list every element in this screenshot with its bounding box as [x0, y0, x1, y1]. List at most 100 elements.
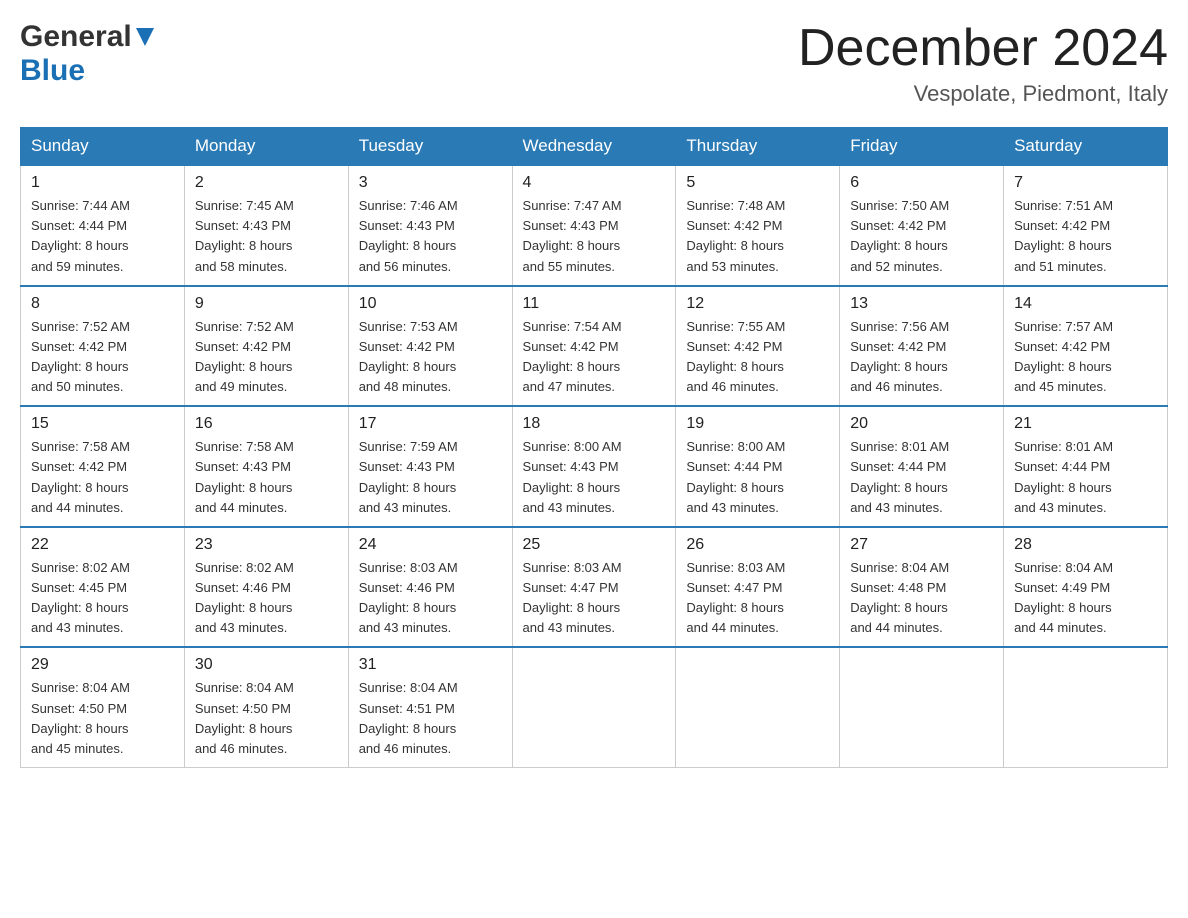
- day-number: 10: [359, 295, 502, 313]
- calendar-table: SundayMondayTuesdayWednesdayThursdayFrid…: [20, 127, 1168, 768]
- calendar-cell: 17 Sunrise: 7:59 AMSunset: 4:43 PMDaylig…: [348, 406, 512, 527]
- day-number: 14: [1014, 295, 1157, 313]
- calendar-cell: 2 Sunrise: 7:45 AMSunset: 4:43 PMDayligh…: [184, 165, 348, 286]
- day-info: Sunrise: 7:53 AMSunset: 4:42 PMDaylight:…: [359, 319, 458, 394]
- day-info: Sunrise: 8:03 AMSunset: 4:46 PMDaylight:…: [359, 560, 458, 635]
- calendar-cell: 13 Sunrise: 7:56 AMSunset: 4:42 PMDaylig…: [840, 286, 1004, 407]
- calendar-cell: 6 Sunrise: 7:50 AMSunset: 4:42 PMDayligh…: [840, 165, 1004, 286]
- calendar-cell: 9 Sunrise: 7:52 AMSunset: 4:42 PMDayligh…: [184, 286, 348, 407]
- calendar-header-thursday: Thursday: [676, 128, 840, 166]
- day-info: Sunrise: 8:04 AMSunset: 4:49 PMDaylight:…: [1014, 560, 1113, 635]
- day-info: Sunrise: 7:56 AMSunset: 4:42 PMDaylight:…: [850, 319, 949, 394]
- day-info: Sunrise: 8:04 AMSunset: 4:51 PMDaylight:…: [359, 680, 458, 755]
- day-info: Sunrise: 7:48 AMSunset: 4:42 PMDaylight:…: [686, 198, 785, 273]
- calendar-cell: 15 Sunrise: 7:58 AMSunset: 4:42 PMDaylig…: [21, 406, 185, 527]
- calendar-cell: 16 Sunrise: 7:58 AMSunset: 4:43 PMDaylig…: [184, 406, 348, 527]
- day-number: 4: [523, 174, 666, 192]
- calendar-week-5: 29 Sunrise: 8:04 AMSunset: 4:50 PMDaylig…: [21, 647, 1168, 767]
- day-number: 27: [850, 536, 993, 554]
- day-number: 31: [359, 656, 502, 674]
- month-title: December 2024: [798, 20, 1168, 77]
- day-info: Sunrise: 7:52 AMSunset: 4:42 PMDaylight:…: [31, 319, 130, 394]
- day-number: 28: [1014, 536, 1157, 554]
- day-info: Sunrise: 7:51 AMSunset: 4:42 PMDaylight:…: [1014, 198, 1113, 273]
- day-info: Sunrise: 7:59 AMSunset: 4:43 PMDaylight:…: [359, 439, 458, 514]
- day-info: Sunrise: 7:58 AMSunset: 4:42 PMDaylight:…: [31, 439, 130, 514]
- calendar-cell: 27 Sunrise: 8:04 AMSunset: 4:48 PMDaylig…: [840, 527, 1004, 648]
- day-info: Sunrise: 7:50 AMSunset: 4:42 PMDaylight:…: [850, 198, 949, 273]
- day-number: 24: [359, 536, 502, 554]
- day-info: Sunrise: 7:45 AMSunset: 4:43 PMDaylight:…: [195, 198, 294, 273]
- logo-blue-text: Blue: [20, 54, 85, 87]
- day-info: Sunrise: 8:00 AMSunset: 4:43 PMDaylight:…: [523, 439, 622, 514]
- calendar-cell: 30 Sunrise: 8:04 AMSunset: 4:50 PMDaylig…: [184, 647, 348, 767]
- day-number: 16: [195, 415, 338, 433]
- day-info: Sunrise: 8:01 AMSunset: 4:44 PMDaylight:…: [1014, 439, 1113, 514]
- logo: General Blue: [20, 20, 154, 88]
- calendar-cell: 26 Sunrise: 8:03 AMSunset: 4:47 PMDaylig…: [676, 527, 840, 648]
- calendar-header-friday: Friday: [840, 128, 1004, 166]
- day-number: 30: [195, 656, 338, 674]
- calendar-cell: 25 Sunrise: 8:03 AMSunset: 4:47 PMDaylig…: [512, 527, 676, 648]
- calendar-header-saturday: Saturday: [1004, 128, 1168, 166]
- calendar-header-row: SundayMondayTuesdayWednesdayThursdayFrid…: [21, 128, 1168, 166]
- day-info: Sunrise: 7:58 AMSunset: 4:43 PMDaylight:…: [195, 439, 294, 514]
- day-number: 5: [686, 174, 829, 192]
- calendar-cell: 20 Sunrise: 8:01 AMSunset: 4:44 PMDaylig…: [840, 406, 1004, 527]
- day-info: Sunrise: 8:03 AMSunset: 4:47 PMDaylight:…: [686, 560, 785, 635]
- day-info: Sunrise: 7:57 AMSunset: 4:42 PMDaylight:…: [1014, 319, 1113, 394]
- calendar-cell: [676, 647, 840, 767]
- title-section: December 2024 Vespolate, Piedmont, Italy: [798, 20, 1168, 107]
- day-number: 13: [850, 295, 993, 313]
- calendar-cell: 29 Sunrise: 8:04 AMSunset: 4:50 PMDaylig…: [21, 647, 185, 767]
- page-header: General Blue December 2024 Vespolate, Pi…: [20, 20, 1168, 107]
- day-info: Sunrise: 8:04 AMSunset: 4:50 PMDaylight:…: [31, 680, 130, 755]
- day-number: 18: [523, 415, 666, 433]
- day-info: Sunrise: 8:01 AMSunset: 4:44 PMDaylight:…: [850, 439, 949, 514]
- calendar-week-1: 1 Sunrise: 7:44 AMSunset: 4:44 PMDayligh…: [21, 165, 1168, 286]
- day-number: 23: [195, 536, 338, 554]
- day-number: 9: [195, 295, 338, 313]
- calendar-cell: [1004, 647, 1168, 767]
- calendar-cell: 5 Sunrise: 7:48 AMSunset: 4:42 PMDayligh…: [676, 165, 840, 286]
- calendar-cell: 23 Sunrise: 8:02 AMSunset: 4:46 PMDaylig…: [184, 527, 348, 648]
- day-number: 15: [31, 415, 174, 433]
- calendar-cell: [840, 647, 1004, 767]
- day-number: 3: [359, 174, 502, 192]
- day-number: 17: [359, 415, 502, 433]
- calendar-cell: 1 Sunrise: 7:44 AMSunset: 4:44 PMDayligh…: [21, 165, 185, 286]
- day-number: 25: [523, 536, 666, 554]
- calendar-cell: [512, 647, 676, 767]
- day-number: 21: [1014, 415, 1157, 433]
- calendar-cell: 31 Sunrise: 8:04 AMSunset: 4:51 PMDaylig…: [348, 647, 512, 767]
- day-info: Sunrise: 8:00 AMSunset: 4:44 PMDaylight:…: [686, 439, 785, 514]
- day-info: Sunrise: 8:04 AMSunset: 4:48 PMDaylight:…: [850, 560, 949, 635]
- day-info: Sunrise: 7:55 AMSunset: 4:42 PMDaylight:…: [686, 319, 785, 394]
- day-number: 6: [850, 174, 993, 192]
- day-info: Sunrise: 7:46 AMSunset: 4:43 PMDaylight:…: [359, 198, 458, 273]
- calendar-cell: 3 Sunrise: 7:46 AMSunset: 4:43 PMDayligh…: [348, 165, 512, 286]
- day-number: 1: [31, 174, 174, 192]
- calendar-cell: 7 Sunrise: 7:51 AMSunset: 4:42 PMDayligh…: [1004, 165, 1168, 286]
- day-info: Sunrise: 7:54 AMSunset: 4:42 PMDaylight:…: [523, 319, 622, 394]
- calendar-cell: 18 Sunrise: 8:00 AMSunset: 4:43 PMDaylig…: [512, 406, 676, 527]
- logo-general-text: General: [20, 20, 132, 54]
- calendar-week-4: 22 Sunrise: 8:02 AMSunset: 4:45 PMDaylig…: [21, 527, 1168, 648]
- calendar-cell: 12 Sunrise: 7:55 AMSunset: 4:42 PMDaylig…: [676, 286, 840, 407]
- calendar-cell: 8 Sunrise: 7:52 AMSunset: 4:42 PMDayligh…: [21, 286, 185, 407]
- calendar-cell: 19 Sunrise: 8:00 AMSunset: 4:44 PMDaylig…: [676, 406, 840, 527]
- calendar-header-wednesday: Wednesday: [512, 128, 676, 166]
- day-number: 19: [686, 415, 829, 433]
- calendar-header-tuesday: Tuesday: [348, 128, 512, 166]
- day-number: 20: [850, 415, 993, 433]
- day-number: 22: [31, 536, 174, 554]
- calendar-header-monday: Monday: [184, 128, 348, 166]
- day-info: Sunrise: 7:47 AMSunset: 4:43 PMDaylight:…: [523, 198, 622, 273]
- day-info: Sunrise: 8:02 AMSunset: 4:45 PMDaylight:…: [31, 560, 130, 635]
- day-number: 2: [195, 174, 338, 192]
- day-number: 8: [31, 295, 174, 313]
- calendar-cell: 4 Sunrise: 7:47 AMSunset: 4:43 PMDayligh…: [512, 165, 676, 286]
- day-number: 26: [686, 536, 829, 554]
- calendar-cell: 14 Sunrise: 7:57 AMSunset: 4:42 PMDaylig…: [1004, 286, 1168, 407]
- day-info: Sunrise: 8:04 AMSunset: 4:50 PMDaylight:…: [195, 680, 294, 755]
